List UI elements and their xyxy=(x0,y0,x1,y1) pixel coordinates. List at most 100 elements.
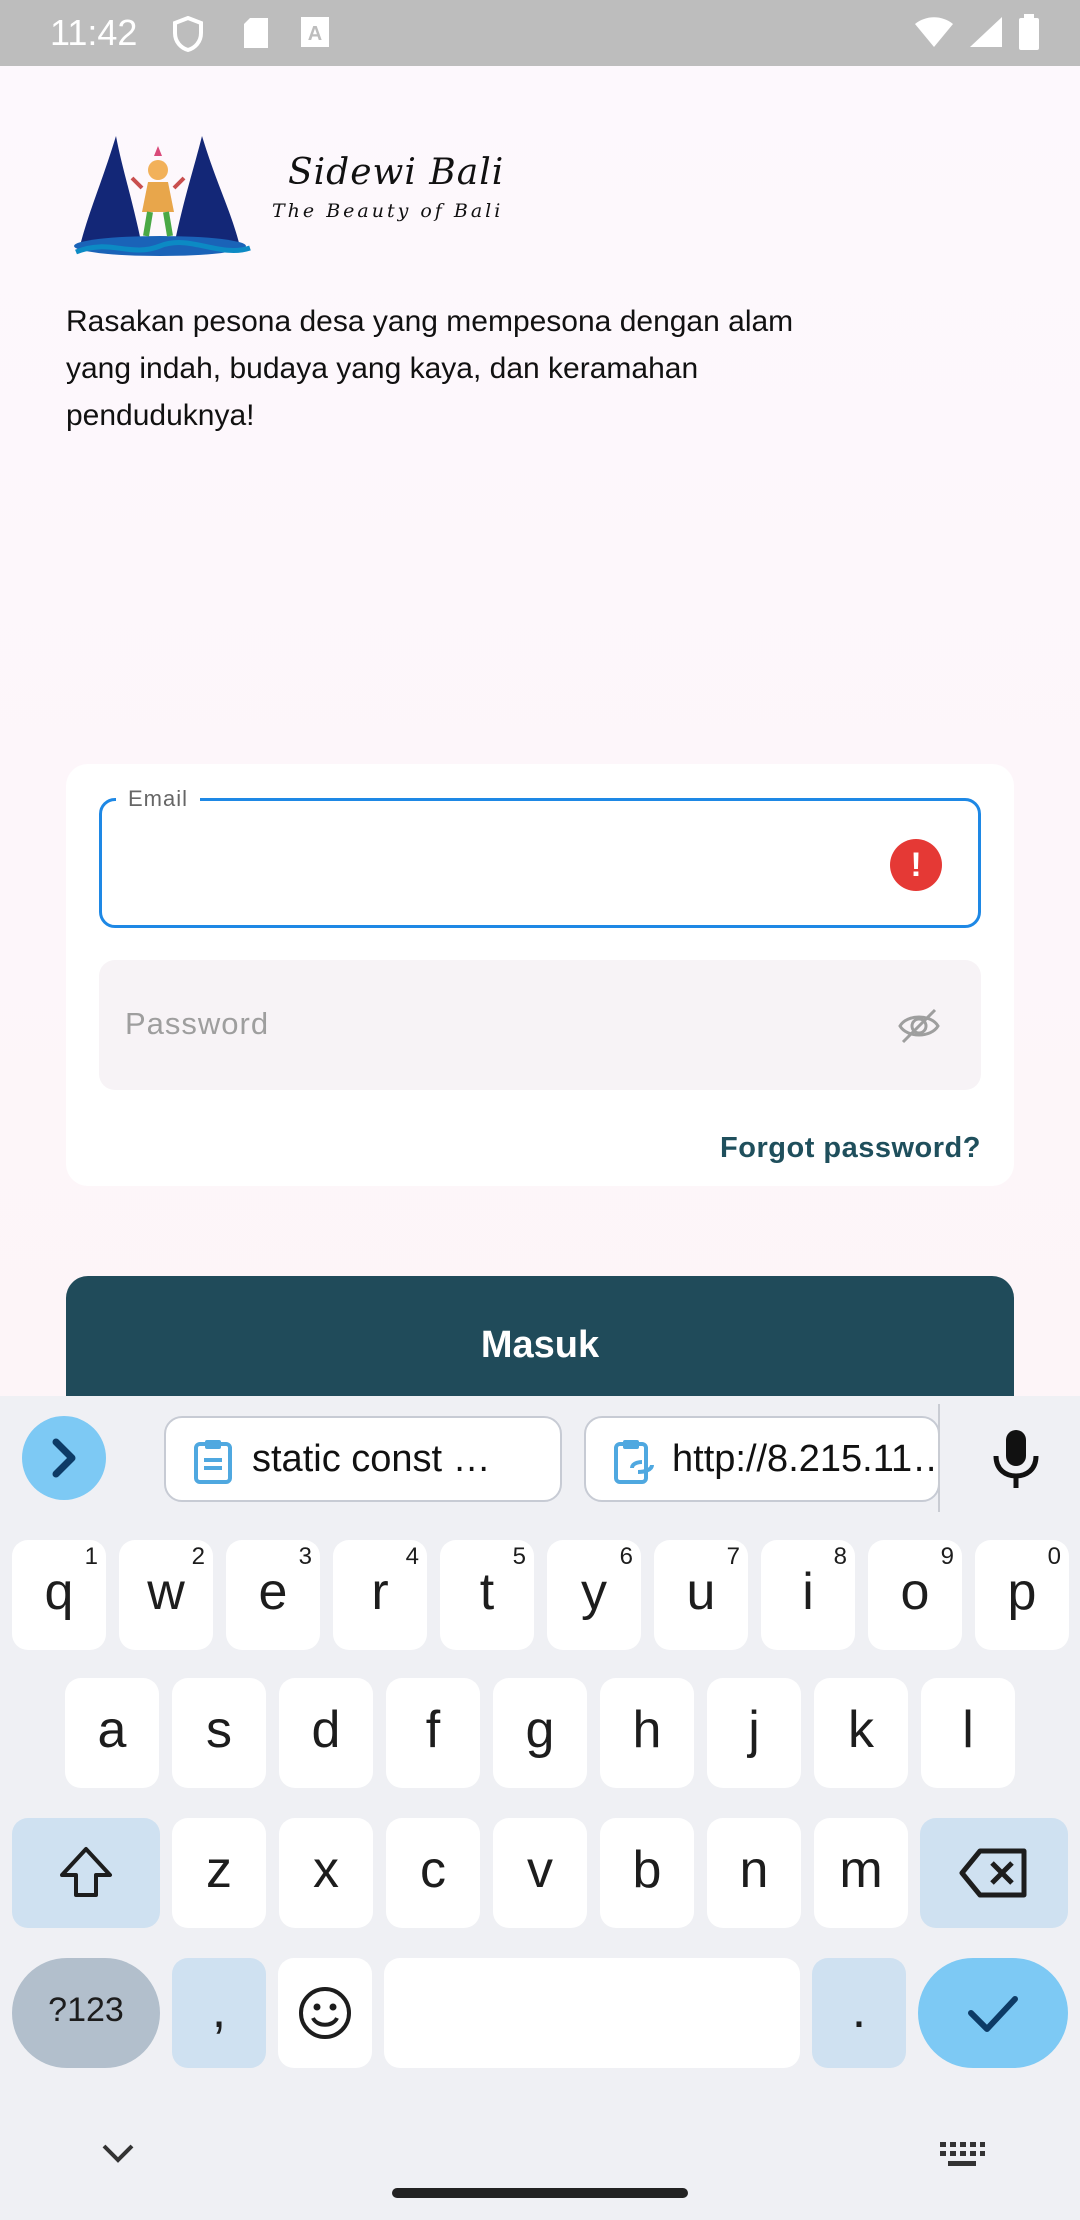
key-o[interactable]: o9 xyxy=(868,1540,962,1650)
login-page: Sidewi Bali The Beauty of Bali Rasakan p… xyxy=(0,66,1080,1406)
password-field[interactable]: Password xyxy=(99,960,981,1090)
key-label: v xyxy=(527,1841,553,1899)
key-label: d xyxy=(311,1701,341,1759)
microphone-icon[interactable] xyxy=(990,1428,1042,1492)
key-label: s xyxy=(206,1701,232,1759)
key-label: q xyxy=(44,1563,74,1621)
key-label: i xyxy=(802,1563,814,1621)
clipboard-suggestion-2[interactable]: http://8.215.11… xyxy=(584,1416,940,1502)
key-label: u xyxy=(686,1563,716,1621)
key-number-hint: 3 xyxy=(298,1543,312,1570)
font-icon: A xyxy=(301,17,329,47)
key-k[interactable]: k xyxy=(814,1678,908,1788)
key-g[interactable]: g xyxy=(493,1678,587,1788)
intro-text: Rasakan pesona desa yang mempesona denga… xyxy=(66,305,794,432)
key-n[interactable]: n xyxy=(707,1818,801,1928)
key-label: a xyxy=(97,1701,127,1759)
key-s[interactable]: s xyxy=(172,1678,266,1788)
svg-text:A: A xyxy=(308,23,322,45)
key-label: h xyxy=(632,1701,662,1759)
key-c[interactable]: c xyxy=(386,1818,480,1928)
chevron-right-icon xyxy=(52,1438,76,1478)
key-i[interactable]: i8 xyxy=(761,1540,855,1650)
key-y[interactable]: y6 xyxy=(547,1540,641,1650)
key-label: p xyxy=(1007,1563,1037,1621)
shift-key[interactable] xyxy=(12,1818,160,1928)
keyboard-switch-icon[interactable] xyxy=(938,2140,986,2172)
divider xyxy=(938,1404,940,1512)
period-key[interactable]: . xyxy=(812,1958,906,2068)
key-e[interactable]: e3 xyxy=(226,1540,320,1650)
emoji-icon xyxy=(299,1987,351,2039)
forgot-password-link[interactable]: Forgot password? xyxy=(720,1132,981,1165)
key-label: g xyxy=(525,1701,555,1759)
visibility-off-icon[interactable] xyxy=(897,1006,941,1046)
expand-toolbar-button[interactable] xyxy=(22,1416,106,1500)
masuk-button[interactable]: Masuk xyxy=(66,1276,1014,1406)
key-j[interactable]: j xyxy=(707,1678,801,1788)
key-d[interactable]: d xyxy=(279,1678,373,1788)
error-icon: ! xyxy=(890,839,942,891)
wifi-icon xyxy=(915,17,953,47)
key-label: f xyxy=(425,1701,441,1759)
key-number-hint: 1 xyxy=(84,1543,98,1570)
key-q[interactable]: q1 xyxy=(12,1540,106,1650)
done-key[interactable] xyxy=(918,1958,1068,2068)
key-label: w xyxy=(147,1563,185,1621)
key-m[interactable]: m xyxy=(814,1818,908,1928)
key-label: k xyxy=(848,1701,874,1759)
space-key[interactable] xyxy=(384,1958,800,2068)
password-placeholder: Password xyxy=(125,1006,270,1041)
emoji-key[interactable] xyxy=(278,1958,372,2068)
key-label: b xyxy=(632,1841,662,1899)
home-indicator[interactable] xyxy=(392,2188,688,2198)
key-l[interactable]: l xyxy=(921,1678,1015,1788)
battery-icon xyxy=(1019,14,1039,50)
key-z[interactable]: z xyxy=(172,1818,266,1928)
suggestion-strip: static const … http://8.215.11… xyxy=(0,1396,1080,1516)
key-label: t xyxy=(479,1563,495,1621)
clipboard-link-icon xyxy=(614,1440,654,1484)
status-time: 11:42 xyxy=(50,12,138,53)
key-label: m xyxy=(839,1841,883,1899)
status-bar: 11:42 A xyxy=(0,0,1080,66)
clipboard-suggestion-1[interactable]: static const … xyxy=(164,1416,562,1502)
key-f[interactable]: f xyxy=(386,1678,480,1788)
key-a[interactable]: a xyxy=(65,1678,159,1788)
key-label: y xyxy=(581,1563,607,1621)
key-number-hint: 9 xyxy=(940,1543,954,1570)
key-u[interactable]: u7 xyxy=(654,1540,748,1650)
key-v[interactable]: v xyxy=(493,1818,587,1928)
key-number-hint: 5 xyxy=(512,1543,526,1570)
keyboard: static const … http://8.215.11… ?123 , . xyxy=(0,1396,1080,2220)
key-w[interactable]: w2 xyxy=(119,1540,213,1650)
clipboard-icon xyxy=(194,1440,232,1484)
key-h[interactable]: h xyxy=(600,1678,694,1788)
clipboard-suggestion-1-text: static const … xyxy=(252,1438,491,1480)
signal-icon xyxy=(970,17,1002,47)
email-label: Email xyxy=(116,786,201,812)
check-icon xyxy=(968,1996,1018,2032)
hide-keyboard-icon[interactable] xyxy=(98,2140,138,2168)
temple-gate-icon xyxy=(74,136,251,256)
key-x[interactable]: x xyxy=(279,1818,373,1928)
shift-icon xyxy=(60,1847,112,1897)
symbols-key[interactable]: ?123 xyxy=(12,1958,160,2068)
key-label: e xyxy=(258,1563,288,1621)
key-label: o xyxy=(900,1563,930,1621)
email-field[interactable]: Email ! xyxy=(99,786,981,928)
brand-name: Sidewi Bali xyxy=(288,152,505,193)
key-label: n xyxy=(739,1841,769,1899)
key-b[interactable]: b xyxy=(600,1818,694,1928)
brand-tagline: The Beauty of Bali xyxy=(272,200,504,222)
backspace-key[interactable] xyxy=(920,1818,1068,1928)
key-number-hint: 7 xyxy=(726,1543,740,1570)
comma-key[interactable]: , xyxy=(172,1958,266,2068)
app-logo: Sidewi Bali The Beauty of Bali xyxy=(70,128,550,258)
key-t[interactable]: t5 xyxy=(440,1540,534,1650)
key-p[interactable]: p0 xyxy=(975,1540,1069,1650)
key-number-hint: 8 xyxy=(833,1543,847,1570)
key-label: c xyxy=(420,1841,446,1899)
key-r[interactable]: r4 xyxy=(333,1540,427,1650)
key-label: x xyxy=(313,1841,339,1899)
